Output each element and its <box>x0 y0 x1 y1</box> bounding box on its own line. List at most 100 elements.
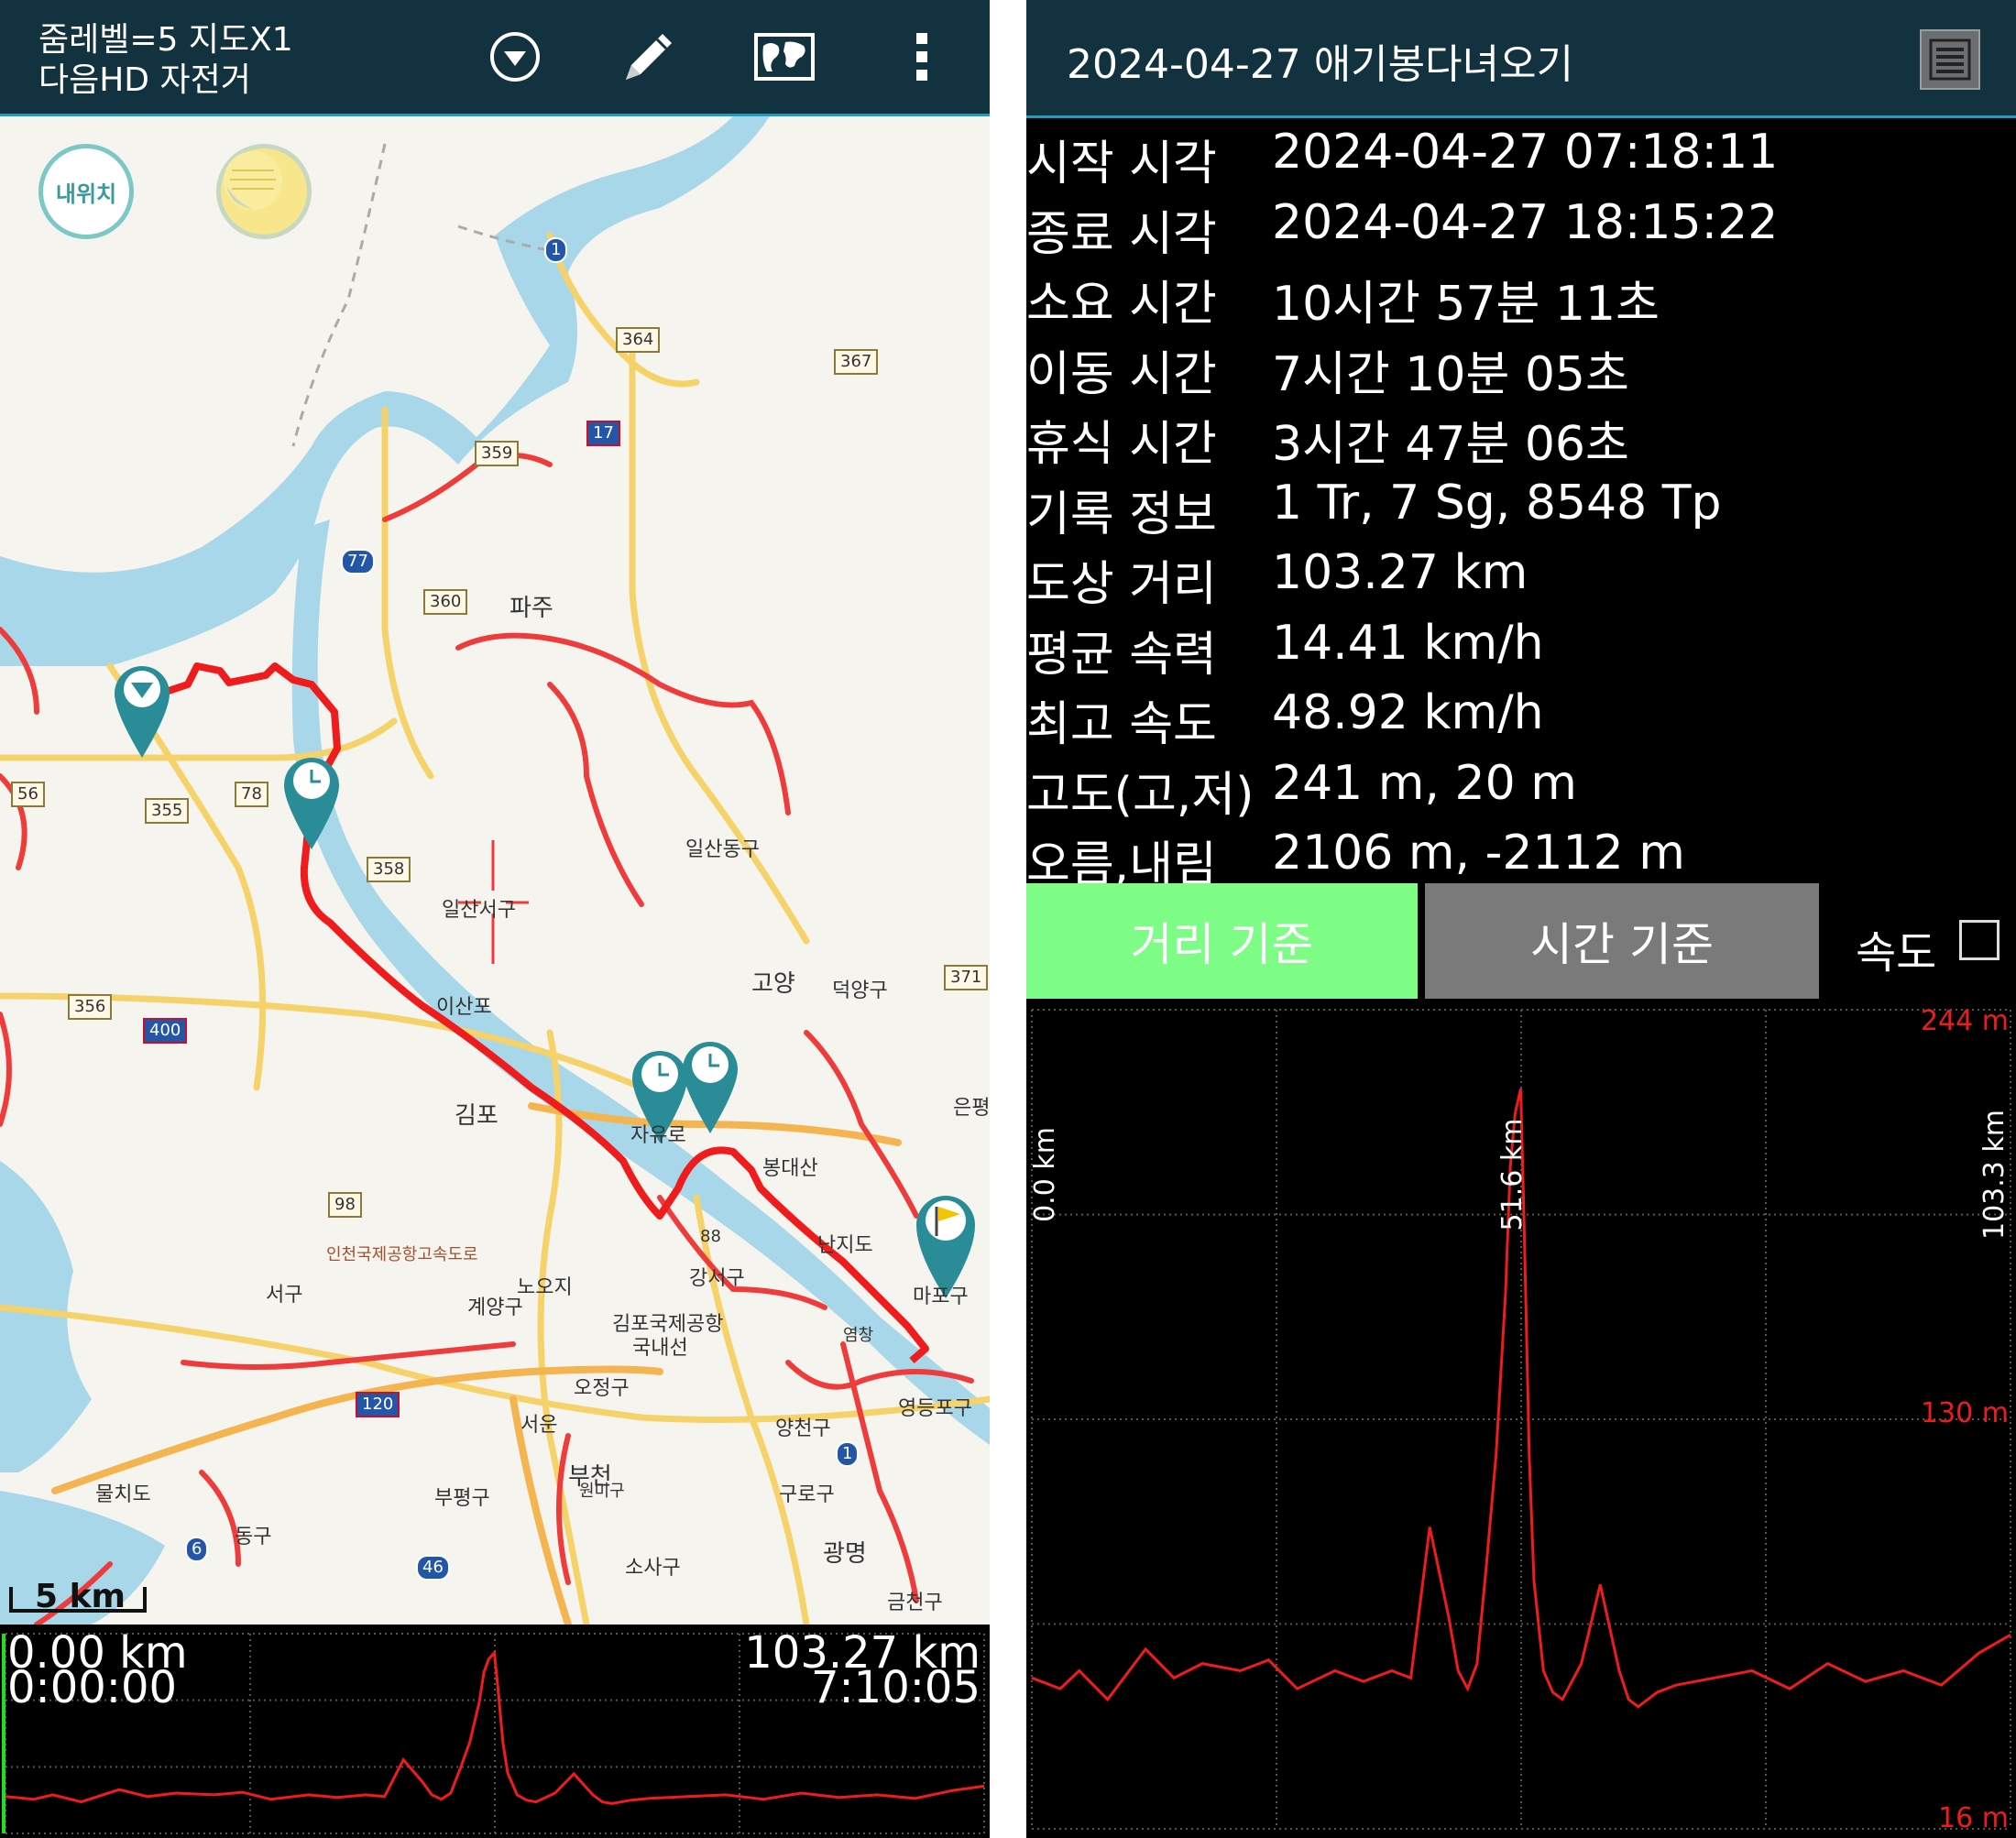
stat-value: 241 m, 20 m <box>1272 755 1577 811</box>
pencil-icon <box>626 34 672 80</box>
stat-row: 소요 시간 10시간 57분 11초 <box>1026 265 2016 334</box>
stat-row: 기록 정보 1 Tr, 7 Sg, 8548 Tp <box>1026 476 2016 545</box>
road-number: 98 <box>328 1192 362 1218</box>
road-number: 46 <box>416 1555 450 1581</box>
road-number: 56 <box>11 782 45 807</box>
stat-value: 2024-04-27 07:18:11 <box>1272 125 1779 180</box>
elevation-profile-chart[interactable]: 244 m 130 m 16 m 0.0 km 51.6 km 103.3 km <box>1026 1001 2016 1838</box>
stat-row: 시작 시각 2024-04-27 07:18:11 <box>1026 125 2016 194</box>
road-number: 371 <box>944 965 989 990</box>
road-number: 360 <box>423 589 468 615</box>
place-label: 김포 <box>455 1102 499 1130</box>
stat-value: 1 Tr, 7 Sg, 8548 Tp <box>1272 475 1722 531</box>
place-label: 부평구 <box>434 1487 490 1510</box>
stat-label: 시작 시각 <box>1026 137 1217 191</box>
stat-row: 최고 속도 48.92 km/h <box>1026 685 2016 755</box>
more-button[interactable] <box>885 20 959 93</box>
road-number: 77 <box>341 549 375 574</box>
stat-row: 이동 시간 7시간 10분 05초 <box>1026 335 2016 405</box>
time-basis-button[interactable]: 시간 기준 <box>1425 883 1819 999</box>
place-label: 노오지 <box>517 1276 573 1299</box>
map-type-text[interactable]: 다음HD 자전거 <box>38 60 251 101</box>
stat-value: 14.41 km/h <box>1272 615 1544 671</box>
my-location-label: 내위치 <box>55 181 117 207</box>
track-title: 2024-04-27 애기봉다녀오기 <box>1067 41 1574 88</box>
road-number: 367 <box>834 349 879 375</box>
road-number: 358 <box>367 857 411 882</box>
x-tick-label: 51.6 km <box>1496 1119 1528 1231</box>
place-label: 계양구 <box>467 1296 523 1319</box>
mini-start-time: 0:00:00 <box>7 1662 178 1713</box>
place-label: 일산서구 <box>442 899 516 922</box>
rest-marker-3 <box>683 1042 738 1133</box>
place-label: 동구 <box>235 1526 272 1548</box>
note-icon <box>224 151 282 210</box>
stat-value: 2106 m, -2112 m <box>1272 826 1685 881</box>
my-location-button[interactable]: 내위치 <box>38 144 134 239</box>
road-number: 120 <box>356 1392 400 1417</box>
place-label: 금천구 <box>887 1592 943 1614</box>
mini-elevation-profile[interactable]: 0.00 km 0:00:00 103.27 km 7:10:05 <box>0 1625 990 1838</box>
speed-checkbox[interactable] <box>1959 920 2000 960</box>
map-view[interactable]: 1 364 367 17 359 77 360 56 355 78 358 37… <box>0 116 990 1625</box>
road-number: 400 <box>143 1018 188 1044</box>
stat-value: 103.27 km <box>1272 545 1528 600</box>
edit-button[interactable] <box>612 20 685 93</box>
place-label: 강서구 <box>689 1267 745 1290</box>
road-number: 356 <box>68 994 113 1020</box>
list-menu-icon <box>1929 38 1971 81</box>
place-label: 영등포구 <box>898 1397 972 1420</box>
stat-row: 고도(고,저) 241 m, 20 m <box>1026 756 2016 826</box>
place-label: 마포구 <box>913 1286 969 1308</box>
place-label: 서운 <box>520 1414 558 1437</box>
zoom-level-text: 줌레벨=5 지도X1 <box>38 21 293 59</box>
stat-row: 평균 속력 14.41 km/h <box>1026 616 2016 685</box>
stat-row: 종료 시각 2024-04-27 18:15:22 <box>1026 195 2016 265</box>
stat-row: 휴식 시간 3시간 47분 06초 <box>1026 405 2016 475</box>
place-label: 오정구 <box>574 1377 630 1400</box>
place-label: 봉대산 <box>762 1157 818 1180</box>
stat-value: 2024-04-27 18:15:22 <box>1272 194 1779 250</box>
stat-value: 7시간 10분 05초 <box>1272 346 1629 402</box>
place-label: 덕양구 <box>832 979 888 1002</box>
note-button[interactable] <box>216 144 312 239</box>
list-menu-button[interactable] <box>1920 29 1980 90</box>
place-label: 양천구 <box>775 1417 831 1440</box>
place-label: 광명 <box>823 1540 867 1568</box>
y-tick-label: 130 m <box>1921 1397 2009 1429</box>
distance-basis-button[interactable]: 거리 기준 <box>1026 883 1418 999</box>
world-map-icon <box>754 33 815 81</box>
chevron-down-circle-icon <box>490 32 540 82</box>
y-tick-label: 16 m <box>1938 1802 2009 1834</box>
place-label: 고양 <box>751 970 795 998</box>
place-label: 염창 <box>843 1326 874 1345</box>
stat-label: 휴식 시간 <box>1026 417 1217 472</box>
place-label: 자유로 <box>630 1124 686 1147</box>
road-number: 355 <box>145 798 190 824</box>
stat-label: 이동 시간 <box>1026 346 1217 402</box>
place-label: 88 <box>700 1227 721 1246</box>
stat-value: 10시간 57분 11초 <box>1272 277 1660 332</box>
map-select-button[interactable] <box>748 20 821 93</box>
dropdown-button[interactable] <box>478 20 552 93</box>
elevation-profile-svg: 244 m 130 m 16 m 0.0 km 51.6 km 103.3 km <box>1029 1005 2011 1834</box>
road-number: 17 <box>586 421 620 446</box>
place-label: 서구 <box>266 1284 303 1307</box>
stat-label: 평균 속력 <box>1026 627 1217 683</box>
place-label: 인천국제공항고속도로 <box>326 1245 478 1264</box>
stat-value: 48.92 km/h <box>1272 685 1544 740</box>
scale-label: 5 km <box>35 1578 126 1615</box>
place-label: 일산동구 <box>685 838 760 861</box>
road-number: 1 <box>544 237 568 263</box>
map-toolbar: 줌레벨=5 지도X1 다음HD 자전거 <box>0 0 990 116</box>
place-label: 은평 <box>953 1097 990 1120</box>
road-number: 359 <box>475 441 520 466</box>
stat-row: 도상 거리 103.27 km <box>1026 545 2016 615</box>
stat-label: 도상 거리 <box>1026 557 1217 612</box>
place-label: 소사구 <box>625 1557 681 1580</box>
place-label: 파주 <box>509 595 553 622</box>
road-number: 78 <box>235 782 268 807</box>
stat-value: 3시간 47분 06초 <box>1272 417 1629 472</box>
stat-label: 소요 시간 <box>1026 277 1217 332</box>
place-label: 국내선 <box>632 1337 688 1360</box>
